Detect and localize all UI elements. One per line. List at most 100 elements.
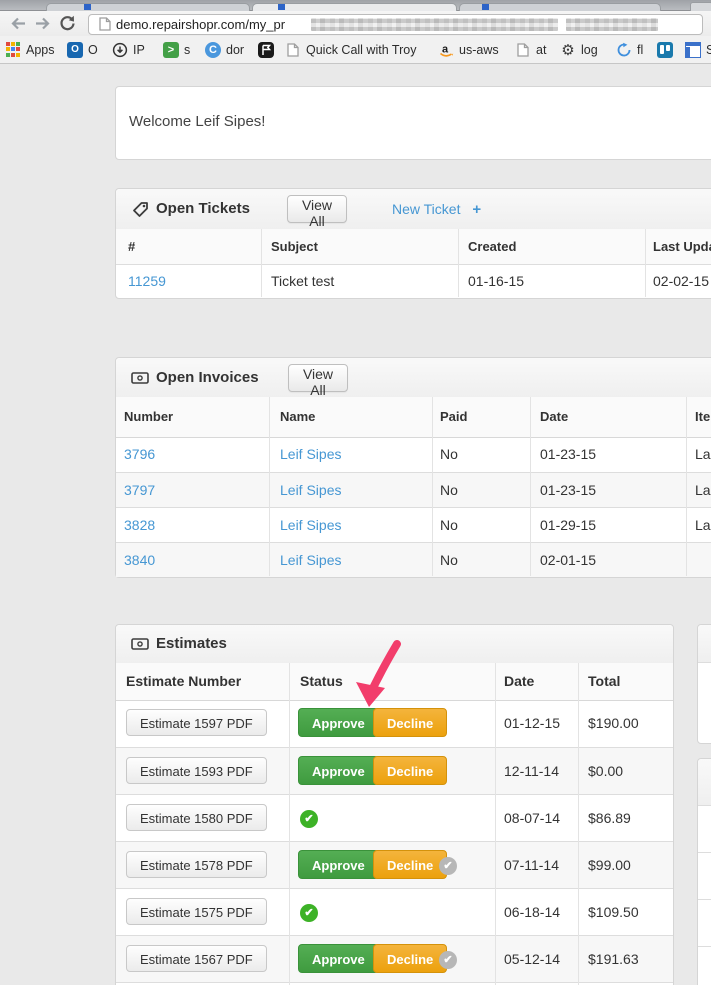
right-panel-header: [698, 625, 711, 663]
column-header: Name: [280, 397, 315, 437]
column-divider: [686, 397, 687, 576]
ticket-number-link[interactable]: 11259: [128, 265, 166, 298]
bookmark-us-aws[interactable]: a us-aws: [438, 36, 499, 63]
estimate-row: Estimate 1580 PDF ✔ 08-07-14 $86.89: [116, 794, 673, 842]
column-divider: [578, 663, 579, 985]
bookmark-label: log: [581, 43, 598, 57]
invoice-paid: No: [440, 437, 458, 472]
column-divider: [432, 397, 433, 576]
forward-arrow-icon: [33, 14, 53, 33]
right-panel-row: [698, 806, 711, 853]
invoices-view-all-button[interactable]: View All: [288, 364, 348, 392]
estimate-total: $99.00: [588, 842, 631, 889]
approve-button[interactable]: Approve: [298, 850, 379, 879]
invoice-number-link[interactable]: 3796: [124, 437, 155, 472]
welcome-card: Welcome Leif Sipes!: [115, 86, 711, 160]
invoice-row: 3828 Leif Sipes No 01-29-15 Labor: [116, 507, 711, 543]
tickets-view-all-button[interactable]: View All: [287, 195, 347, 223]
bookmark-flag[interactable]: [258, 36, 279, 63]
invoices-table-header: Number Name Paid Date Items: [116, 397, 711, 438]
bookmark-at[interactable]: at: [515, 36, 546, 63]
page-icon: [515, 42, 531, 58]
bookmark-label: S: [706, 43, 711, 57]
address-bar[interactable]: demo.repairshopr.com/my_pr: [88, 14, 703, 35]
estimate-total: $191.63: [588, 936, 639, 983]
bookmark-label: us-aws: [459, 43, 499, 57]
bookmark-trello[interactable]: [657, 36, 678, 63]
column-header: Last Updated: [653, 229, 711, 264]
approve-button[interactable]: Approve: [298, 944, 379, 973]
bookmark-ip[interactable]: IP: [112, 36, 145, 63]
column-header: Date: [504, 663, 534, 700]
bookmark-label: Quick Call with Troy: [306, 43, 416, 57]
layout-icon: [685, 42, 701, 58]
column-header: Date: [540, 397, 568, 437]
reload-button[interactable]: [58, 14, 78, 33]
decline-button[interactable]: Decline: [373, 850, 447, 879]
invoice-number-link[interactable]: 3797: [124, 473, 155, 508]
estimate-pdf-button[interactable]: Estimate 1575 PDF: [126, 898, 267, 925]
bookmark-apps[interactable]: Apps: [5, 36, 55, 63]
invoice-name-link[interactable]: Leif Sipes: [280, 437, 341, 472]
right-panel-row: [698, 900, 711, 947]
reload-icon: [58, 14, 77, 33]
estimate-pdf-button[interactable]: Estimate 1578 PDF: [126, 851, 267, 878]
invoice-items: Labor: [695, 437, 711, 472]
invoice-number-link[interactable]: 3840: [124, 543, 155, 577]
redacted-url-blur: [566, 18, 658, 31]
plus-icon[interactable]: +: [472, 201, 481, 218]
annotation-arrow: [340, 628, 430, 718]
banknote-icon: [131, 637, 149, 656]
invoice-date: 01-23-15: [540, 473, 596, 508]
ticket-created: 01-16-15: [468, 265, 524, 298]
invoice-paid: No: [440, 543, 458, 577]
decline-button[interactable]: Decline: [373, 756, 447, 785]
open-invoices-panel: Open Invoices View All Number Name Paid …: [115, 357, 711, 578]
estimate-pdf-button[interactable]: Estimate 1580 PDF: [126, 804, 267, 831]
ticket-row: 11259 Ticket test 01-16-15 02-02-15: [116, 264, 711, 298]
approve-button[interactable]: Approve: [298, 756, 379, 785]
column-divider: [458, 229, 459, 297]
decline-button[interactable]: Decline: [373, 944, 447, 973]
invoice-name-link[interactable]: Leif Sipes: [280, 508, 341, 543]
open-tickets-header: Open Tickets View All New Ticket +: [116, 189, 711, 230]
svg-text:a: a: [442, 43, 449, 55]
bookmark-label: Apps: [26, 43, 55, 57]
estimate-pdf-button[interactable]: Estimate 1567 PDF: [126, 945, 267, 972]
invoice-name-link[interactable]: Leif Sipes: [280, 473, 341, 508]
bookmark-outlook[interactable]: O O: [67, 36, 98, 63]
tag-icon: [132, 201, 149, 223]
right-panel-partial: [697, 758, 711, 985]
estimate-pdf-button[interactable]: Estimate 1593 PDF: [126, 757, 267, 784]
new-ticket-link[interactable]: New Ticket +: [392, 201, 481, 218]
status-check-icon: ✔: [439, 857, 457, 875]
forward-button[interactable]: [33, 14, 53, 33]
right-panel-row: [698, 947, 711, 985]
invoice-row: 3797 Leif Sipes No 01-23-15 Labor: [116, 472, 711, 508]
amazon-icon: a: [438, 42, 454, 58]
bookmark-dor[interactable]: C dor: [205, 36, 244, 63]
estimate-total: $190.00: [588, 700, 639, 747]
approved-check-icon: ✔: [300, 810, 318, 828]
bookmark-fl[interactable]: fl: [616, 36, 643, 63]
column-divider: [495, 663, 496, 985]
estimate-date: 06-18-14: [504, 889, 560, 936]
bookmark-log[interactable]: ⚙ log: [560, 36, 598, 63]
panel-title: Open Tickets: [156, 200, 250, 217]
ticket-subject: Ticket test: [271, 265, 334, 298]
bookmark-quick-call[interactable]: Quick Call with Troy: [285, 36, 416, 63]
back-button[interactable]: [8, 14, 28, 33]
invoice-paid: No: [440, 508, 458, 543]
column-header: #: [128, 229, 135, 264]
estimate-pdf-button[interactable]: Estimate 1597 PDF: [126, 709, 267, 736]
flag-icon: [258, 42, 274, 58]
url-text: demo.repairshopr.com/my_pr: [116, 15, 285, 34]
invoice-name-link[interactable]: Leif Sipes: [280, 543, 341, 577]
bookmark-label: s: [184, 43, 190, 57]
estimate-date: 12-11-14: [504, 748, 559, 795]
browser-window: demo.repairshopr.com/my_pr Apps O O IP >…: [0, 0, 711, 985]
bookmark-s[interactable]: > s: [163, 36, 190, 63]
column-divider: [261, 229, 262, 297]
bookmark-layout[interactable]: S: [685, 36, 711, 63]
invoice-number-link[interactable]: 3828: [124, 508, 155, 543]
